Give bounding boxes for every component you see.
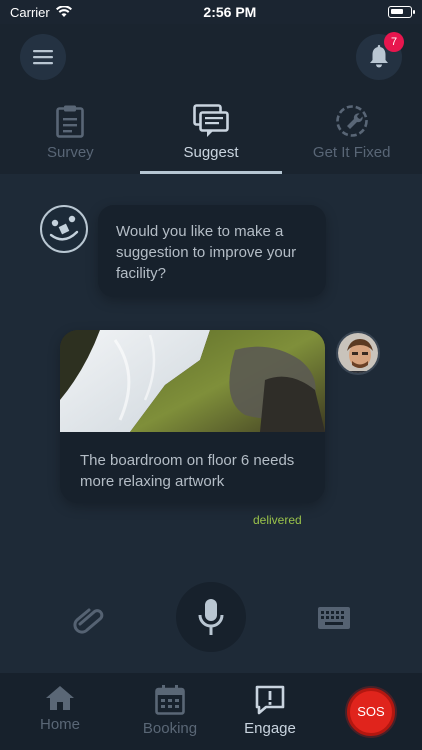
tab-suggest[interactable]: Suggest (139, 102, 283, 174)
bottom-navigation: Home Booking Engage SOS (0, 673, 422, 750)
bot-message-text: Would you like to make a suggestion to i… (116, 223, 297, 282)
microphone-icon (198, 599, 224, 635)
home-icon (46, 686, 74, 710)
tab-get-it-fixed[interactable]: Get It Fixed (281, 102, 422, 174)
delivered-status: delivered (253, 513, 302, 527)
notification-badge: 7 (384, 32, 404, 52)
microphone-button[interactable] (176, 582, 246, 652)
nav-engage[interactable]: Engage (220, 673, 320, 750)
status-left: Carrier (10, 5, 72, 20)
tab-survey-label: Survey (46, 144, 94, 161)
user-message-card[interactable]: The boardroom on floor 6 needs more rela… (60, 330, 325, 503)
carrier-label: Carrier (10, 4, 50, 20)
bot-message-bubble: Would you like to make a suggestion to i… (98, 205, 326, 297)
robot-face-icon (49, 215, 79, 241)
engage-tabs: Survey Suggest Get It Fixed (0, 102, 422, 174)
paperclip-icon[interactable] (72, 604, 106, 634)
user-avatar (336, 331, 380, 375)
tab-survey[interactable]: Survey (0, 102, 141, 174)
keyboard-icon[interactable] (318, 607, 350, 629)
alert-message-icon (255, 685, 285, 715)
sos-label: SOS (357, 704, 385, 719)
battery-icon (388, 6, 415, 18)
top-header: 7 Survey Suggest Get It Fixed (0, 24, 422, 174)
user-photo (338, 333, 378, 373)
clipboard-icon (56, 105, 85, 138)
sos-wrapper: SOS (320, 673, 422, 750)
nav-booking-label: Booking (142, 720, 198, 737)
nav-home-label: Home (39, 716, 80, 733)
menu-button[interactable] (20, 34, 66, 80)
nav-booking[interactable]: Booking (120, 673, 220, 750)
nav-home[interactable]: Home (0, 673, 120, 750)
wrench-icon (335, 105, 368, 137)
hamburger-icon (33, 50, 53, 65)
sos-button[interactable]: SOS (347, 687, 395, 736)
nav-engage-label: Engage (244, 720, 296, 737)
tab-suggest-label: Suggest (183, 144, 239, 161)
tab-get-it-fixed-label: Get It Fixed (312, 144, 391, 161)
bot-avatar (40, 205, 88, 253)
wifi-icon (55, 6, 72, 17)
suggestion-chat-icon (193, 104, 229, 137)
status-time: 2:56 PM (203, 4, 257, 20)
notifications-button[interactable]: 7 (356, 32, 404, 80)
user-message-text: The boardroom on floor 6 needs more rela… (80, 452, 295, 490)
calendar-icon (155, 685, 185, 715)
status-bar: Carrier 2:56 PM (0, 0, 422, 24)
waterfall-image (60, 330, 325, 432)
